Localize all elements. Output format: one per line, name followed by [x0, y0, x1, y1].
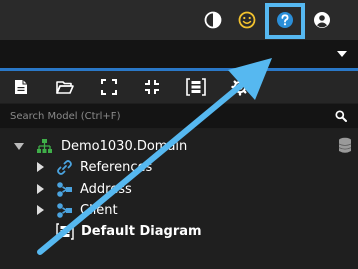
user-account-icon[interactable] [312, 10, 332, 30]
tree-item-address[interactable]: Address [37, 179, 132, 199]
tree-item-label: References [80, 159, 153, 175]
entity-icon [56, 181, 73, 198]
expand-caret-icon[interactable] [37, 162, 44, 172]
search-model-input[interactable] [0, 104, 320, 128]
expand-caret-icon[interactable] [37, 205, 44, 215]
database-icon[interactable] [338, 137, 352, 158]
tree-item-client[interactable]: Client [37, 200, 118, 220]
expand-caret-icon[interactable] [37, 184, 44, 194]
expand-icon[interactable] [99, 77, 119, 97]
tab-bar [0, 40, 358, 70]
collapse-caret-icon[interactable] [14, 142, 24, 150]
tree-item-default-diagram[interactable]: Default Diagram [56, 221, 202, 241]
domain-hierarchy-icon [36, 138, 53, 155]
diagram-icon [56, 222, 74, 240]
tree-root-domain[interactable]: Demo1030.Domain [14, 136, 187, 156]
tree-item-label: Client [80, 202, 118, 218]
feedback-smiley-icon[interactable] [237, 10, 257, 30]
collapse-icon[interactable] [142, 77, 162, 97]
chevron-down-icon[interactable] [337, 51, 347, 57]
tree-item-label: Default Diagram [81, 223, 202, 239]
help-icon[interactable] [275, 10, 295, 30]
tree-root-label: Demo1030.Domain [61, 138, 188, 154]
tree-item-label: Address [80, 181, 132, 197]
link-icon [56, 159, 73, 176]
model-toolbar [0, 71, 358, 103]
new-document-icon[interactable] [11, 77, 31, 97]
entity-icon [56, 202, 73, 219]
diagram-icon[interactable] [186, 77, 206, 97]
contrast-icon[interactable] [203, 10, 223, 30]
open-folder-icon[interactable] [55, 77, 75, 97]
settings-icon[interactable] [230, 77, 250, 97]
search-icon[interactable] [324, 104, 358, 128]
tree-item-references[interactable]: References [37, 157, 152, 177]
